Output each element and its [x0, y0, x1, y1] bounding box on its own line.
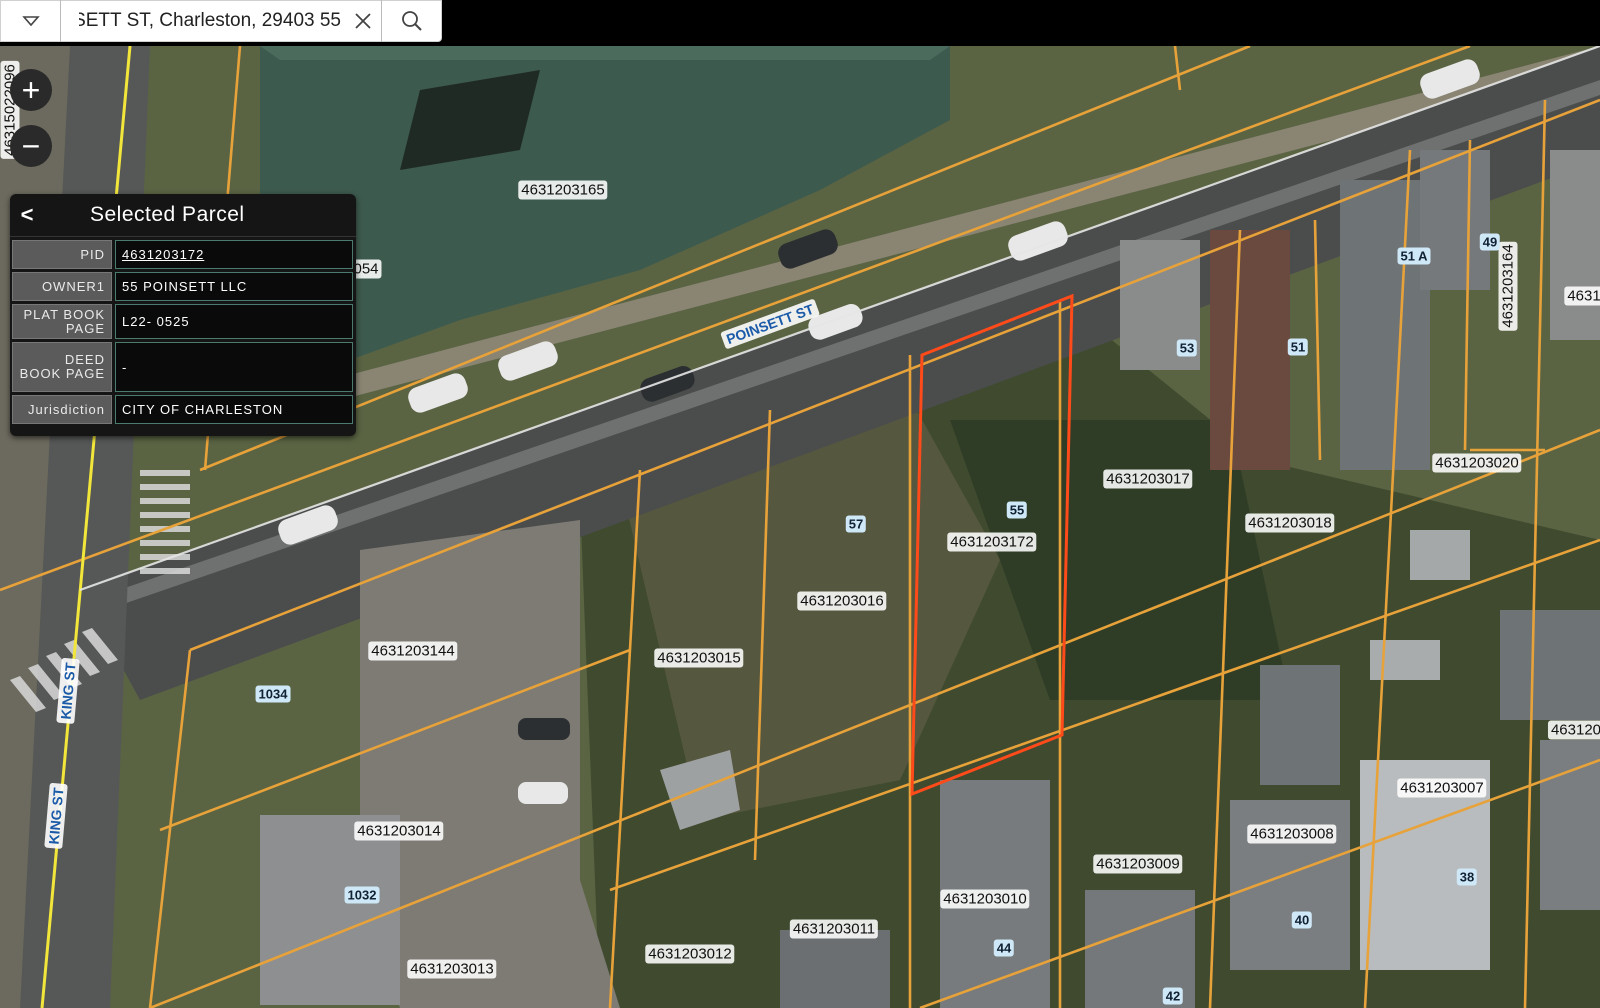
attribute-value: -	[115, 342, 353, 392]
house-number: 1032	[344, 886, 380, 904]
house-number: 1034	[255, 685, 291, 703]
attribute-key: Jurisdiction	[12, 395, 112, 424]
parcel-label[interactable]: 4631203016	[797, 591, 887, 611]
clear-search-button[interactable]	[345, 0, 381, 42]
map-canvas	[0, 46, 1600, 1008]
address-search-input[interactable]	[61, 1, 345, 41]
attribute-key: OWNER1	[12, 272, 112, 301]
zoom-in-button[interactable]: +	[10, 69, 52, 111]
attribute-row-jurisdiction: Jurisdiction CITY OF CHARLESTON	[12, 395, 353, 424]
house-number: 51	[1287, 338, 1309, 356]
house-number: 53	[1176, 339, 1198, 357]
attribute-row-owner: OWNER1 55 POINSETT LLC	[12, 272, 353, 301]
selected-parcel-panel: < Selected Parcel PID 4631203172 OWNER1 …	[10, 194, 356, 436]
house-number: 51 A	[1397, 247, 1431, 265]
parcel-label[interactable]: 4631203165	[518, 180, 608, 200]
attribute-value: CITY OF CHARLESTON	[115, 395, 353, 424]
attribute-row-pid: PID 4631203172	[12, 240, 353, 269]
house-number: 55	[1006, 501, 1028, 519]
parcel-label[interactable]: 4631203013	[407, 959, 497, 979]
search-type-dropdown-button[interactable]	[1, 0, 61, 42]
pid-link[interactable]: 4631203172	[122, 247, 204, 262]
parcel-label[interactable]: 4631203144	[368, 641, 458, 661]
parcel-label[interactable]: 4631	[1564, 286, 1600, 306]
parcel-label[interactable]: 4631203164	[1498, 241, 1518, 331]
house-number: 42	[1162, 987, 1184, 1005]
parcel-label-selected[interactable]: 4631203172	[947, 532, 1037, 552]
top-bar	[0, 0, 1600, 46]
attribute-key: DEED BOOK PAGE	[12, 342, 112, 392]
collapse-panel-button[interactable]: <	[10, 202, 44, 228]
house-number: 57	[845, 515, 867, 533]
parcel-label[interactable]: 4631203014	[354, 821, 444, 841]
zoom-out-button[interactable]: −	[10, 125, 52, 167]
attribute-value: 55 POINSETT LLC	[115, 272, 353, 301]
parcel-label[interactable]: 4631203011	[789, 919, 879, 939]
attribute-value: 4631203172	[115, 240, 353, 269]
parcel-label[interactable]: 4631203017	[1103, 469, 1193, 489]
house-number: 40	[1291, 911, 1313, 929]
parcel-label[interactable]: 4631203009	[1093, 854, 1183, 874]
search-icon	[401, 11, 422, 31]
address-search-bar	[0, 0, 442, 42]
attribute-key: PLAT BOOK PAGE	[12, 304, 112, 339]
panel-title: Selected Parcel	[90, 203, 245, 226]
parcel-label[interactable]: 4631203010	[940, 889, 1030, 909]
attribute-row-deed-book-page: DEED BOOK PAGE -	[12, 342, 353, 392]
parcel-label[interactable]: 463120	[1547, 720, 1600, 740]
parcel-label[interactable]: 4631203012	[645, 944, 735, 964]
attribute-key: PID	[12, 240, 112, 269]
attribute-row-plat-book-page: PLAT BOOK PAGE L22- 0525	[12, 304, 353, 339]
close-icon	[355, 13, 371, 29]
parcel-label[interactable]: 4631203008	[1247, 824, 1337, 844]
house-number: 44	[993, 939, 1015, 957]
caret-down-icon	[21, 16, 40, 27]
parcel-label[interactable]: 4631203007	[1397, 778, 1487, 798]
panel-header: < Selected Parcel	[10, 194, 356, 237]
parcel-label[interactable]: 4631203020	[1432, 453, 1522, 473]
attribute-value: L22- 0525	[115, 304, 353, 339]
parcel-label[interactable]: 4631203015	[654, 648, 744, 668]
parcel-label[interactable]: 4631203018	[1245, 513, 1335, 533]
search-button[interactable]	[381, 0, 441, 42]
aerial-map[interactable]: POINSETT ST KING ST KING ST 4631203165 4…	[0, 46, 1600, 1008]
house-number: 49	[1479, 233, 1501, 251]
parcel-attribute-table: PID 4631203172 OWNER1 55 POINSETT LLC PL…	[12, 240, 353, 427]
house-number: 38	[1456, 868, 1478, 886]
